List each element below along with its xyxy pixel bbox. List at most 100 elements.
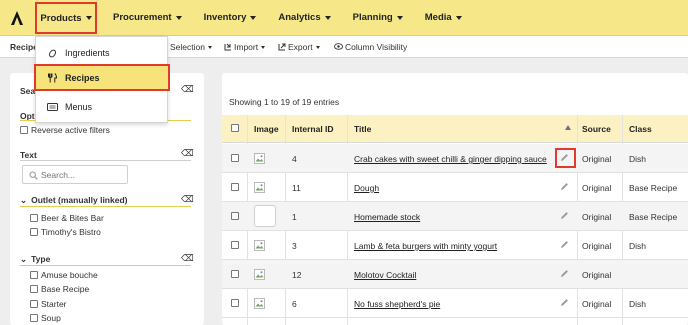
checkbox[interactable]: [30, 271, 38, 279]
recipe-image-placeholder[interactable]: [254, 205, 276, 227]
edit-pencil-icon[interactable]: [560, 211, 569, 220]
reverse-filters-option[interactable]: Reverse active filters: [20, 125, 110, 135]
table-row[interactable]: 12 Molotov Cocktail Original: [222, 260, 688, 289]
column-header-internal-id[interactable]: Internal ID: [292, 124, 334, 134]
nav-analytics[interactable]: Analytics: [267, 0, 341, 36]
checkbox[interactable]: [30, 214, 38, 222]
table-row[interactable]: 4 Crab cakes with sweet chilli & ginger d…: [222, 144, 688, 173]
nav-analytics-label: Analytics: [278, 12, 321, 23]
broken-image-icon[interactable]: [254, 240, 265, 251]
broken-image-icon[interactable]: [254, 153, 265, 164]
eye-icon: [334, 43, 343, 50]
type-option[interactable]: Base Recipe: [30, 284, 89, 294]
recipe-title-link[interactable]: Dough: [354, 183, 379, 193]
divider: [20, 265, 191, 266]
class-cell: Dish: [629, 299, 647, 309]
type-option[interactable]: Soup: [30, 313, 61, 323]
edit-pencil-icon[interactable]: [560, 298, 569, 307]
recipe-title-link[interactable]: No fuss shepherd's pie: [354, 299, 440, 309]
checkbox[interactable]: [20, 126, 28, 134]
type-section-toggle[interactable]: ⌄ Type: [20, 254, 50, 265]
row-checkbox[interactable]: [231, 212, 239, 220]
text-search-field[interactable]: [22, 165, 128, 184]
recipe-title-link[interactable]: Lamb & feta burgers with minty yogurt: [354, 241, 497, 251]
column-header-source[interactable]: Source: [582, 124, 611, 134]
chevron-down-icon: [85, 16, 92, 20]
column-header-image[interactable]: Image: [254, 124, 279, 134]
outlet-option[interactable]: Beer & Bites Bar: [30, 213, 104, 223]
checkbox[interactable]: [30, 285, 38, 293]
edit-pencil-icon[interactable]: [560, 182, 569, 191]
menu-item-menus[interactable]: Menus: [36, 94, 169, 120]
recipe-title-link[interactable]: Homemade stock: [354, 212, 420, 222]
type-option[interactable]: Amuse bouche: [30, 270, 98, 280]
checkbox[interactable]: [30, 228, 38, 236]
clear-search-eraser-icon[interactable]: ⌫: [181, 84, 194, 95]
checkbox[interactable]: [30, 314, 38, 322]
nav-inventory[interactable]: Inventory: [193, 0, 268, 36]
source-cell: Original: [582, 299, 612, 309]
checkbox[interactable]: [30, 300, 38, 308]
chevron-down-icon: [324, 15, 331, 20]
selection-menu[interactable]: Selection: [170, 42, 212, 52]
edit-pencil-icon[interactable]: [560, 153, 569, 162]
app-logo[interactable]: [0, 0, 34, 36]
nav-planning[interactable]: Planning: [342, 0, 414, 36]
source-cell: Original: [582, 241, 612, 251]
column-header-class[interactable]: Class: [629, 124, 652, 134]
outlet-option[interactable]: Timothy's Bistro: [30, 227, 101, 237]
export-menu[interactable]: Export: [278, 42, 320, 52]
row-checkbox[interactable]: [231, 299, 239, 307]
clear-text-eraser-icon[interactable]: ⌫: [181, 148, 194, 159]
table-row[interactable]: 6 No fuss shepherd's pie Original Dish: [222, 289, 688, 318]
class-cell: Base Recipe: [629, 212, 678, 222]
nav-media[interactable]: Media: [414, 0, 473, 36]
row-checkbox[interactable]: [231, 154, 239, 162]
text-section-title: Text: [20, 150, 37, 160]
internal-id-cell: 3: [292, 241, 297, 251]
search-input[interactable]: [41, 170, 125, 180]
outlet-label: Timothy's Bistro: [41, 227, 101, 237]
internal-id-cell: 6: [292, 299, 297, 309]
recipe-title-link[interactable]: Crab cakes with sweet chilli & ginger di…: [354, 154, 547, 164]
table-row[interactable]: 1 Homemade stock Original Base Recipe: [222, 202, 688, 231]
nav-products[interactable]: Products: [35, 2, 97, 34]
row-checkbox[interactable]: [231, 270, 239, 278]
clear-outlet-eraser-icon[interactable]: ⌫: [181, 194, 194, 205]
table-row[interactable]: 3 Lamb & feta burgers with minty yogurt Or…: [222, 231, 688, 260]
edit-pencil-icon[interactable]: [560, 240, 569, 249]
table-row[interactable]: 11 Dough Original Base Recipe: [222, 173, 688, 202]
sort-ascending-icon[interactable]: [565, 125, 571, 130]
clear-type-eraser-icon[interactable]: ⌫: [181, 253, 194, 264]
broken-image-icon[interactable]: [254, 298, 265, 309]
source-cell: Original: [582, 270, 612, 280]
menu-item-ingredients[interactable]: Ingredients: [36, 40, 169, 66]
broken-image-icon[interactable]: [254, 269, 265, 280]
type-section-title: Type: [31, 254, 51, 264]
recipe-title-link[interactable]: Molotov Cocktail: [354, 270, 416, 280]
logo-icon: [11, 10, 23, 25]
divider: [20, 206, 191, 207]
chevron-down-icon: [396, 15, 403, 20]
breadcrumb[interactable]: Recipe: [10, 42, 38, 52]
row-checkbox[interactable]: [231, 183, 239, 191]
edit-pencil-icon[interactable]: [560, 269, 569, 278]
menu-item-ingredients-label: Ingredients: [65, 48, 110, 58]
column-header-title[interactable]: Title: [354, 124, 371, 134]
broken-image-icon[interactable]: [254, 182, 265, 193]
outlet-section-toggle[interactable]: ⌄ Outlet (manually linked): [20, 195, 127, 206]
nav-procurement[interactable]: Procurement: [102, 0, 193, 36]
chevron-down-icon: [455, 15, 462, 20]
menu-item-recipes[interactable]: Recipes: [34, 64, 170, 91]
nav-inventory-label: Inventory: [203, 12, 247, 23]
select-all-checkbox[interactable]: [231, 124, 239, 132]
type-option[interactable]: Starter: [30, 299, 67, 309]
internal-id-cell: 1: [292, 212, 297, 222]
outlet-section-title: Outlet (manually linked): [31, 195, 128, 205]
chevron-down-icon: [175, 15, 182, 20]
row-checkbox[interactable]: [231, 241, 239, 249]
column-visibility-button[interactable]: Column Visibility: [334, 42, 407, 52]
import-menu[interactable]: Import: [224, 42, 266, 52]
source-cell: Original: [582, 183, 612, 193]
cutlery-icon: [46, 72, 58, 83]
